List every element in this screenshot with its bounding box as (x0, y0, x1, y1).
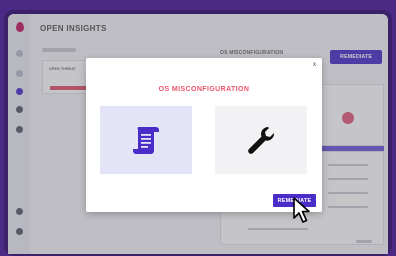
close-icon[interactable]: x (313, 62, 316, 68)
mouse-cursor-icon (292, 196, 314, 229)
wrench-icon (248, 127, 275, 154)
scroll-document-icon (133, 127, 159, 154)
os-misconfiguration-modal: x OS MISCONFIGURATION REMEDIATE (86, 58, 322, 212)
fix-tile[interactable] (215, 106, 307, 174)
modal-title: OS MISCONFIGURATION (158, 86, 250, 93)
documentation-tile[interactable] (100, 106, 192, 174)
